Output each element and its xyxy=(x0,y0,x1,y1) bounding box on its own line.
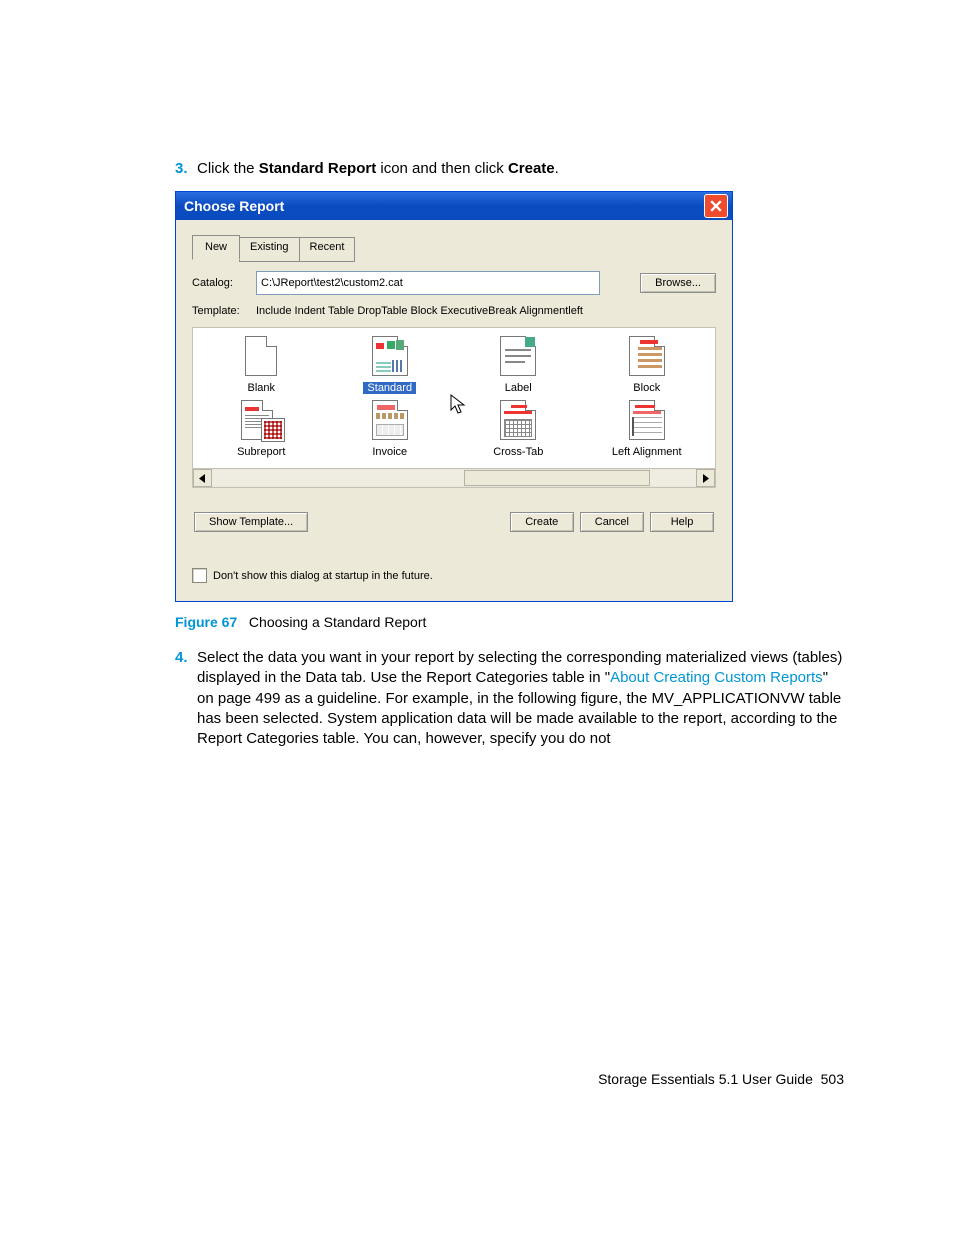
page-footer: Storage Essentials 5.1 User Guide 503 xyxy=(598,1071,844,1087)
footer-text: Storage Essentials 5.1 User Guide xyxy=(598,1071,813,1087)
template-invoice-label: Invoice xyxy=(372,446,407,458)
choose-report-dialog: Choose Report New Existing Recent Catalo… xyxy=(175,191,733,602)
step-4: 4. Select the data you want in your repo… xyxy=(175,648,844,749)
scrollbar-track[interactable] xyxy=(212,470,696,486)
dont-show-checkbox[interactable] xyxy=(192,568,207,583)
template-crosstab[interactable]: Cross-Tab xyxy=(454,400,583,458)
tab-recent[interactable]: Recent xyxy=(299,237,356,262)
template-label: Template: xyxy=(192,305,256,317)
page-number: 503 xyxy=(821,1071,844,1087)
scroll-right-arrow[interactable] xyxy=(696,469,715,487)
figure-text: Choosing a Standard Report xyxy=(249,614,426,630)
template-label[interactable]: Label xyxy=(454,336,583,394)
template-block[interactable]: Block xyxy=(583,336,712,394)
template-standard-label: Standard xyxy=(363,382,416,394)
step-4-text: Select the data you want in your report … xyxy=(197,648,844,749)
template-row: Template: Include Indent Table DropTable… xyxy=(192,305,716,317)
horizontal-scrollbar[interactable] xyxy=(193,468,715,487)
template-label-label: Label xyxy=(505,382,532,394)
triangle-left-icon xyxy=(199,474,206,483)
dialog-body: New Existing Recent Catalog: Browse... T… xyxy=(176,220,732,601)
tab-new[interactable]: New xyxy=(192,235,240,260)
scroll-left-arrow[interactable] xyxy=(193,469,212,487)
tabs: New Existing Recent xyxy=(192,234,716,259)
show-template-button[interactable]: Show Template... xyxy=(194,512,308,532)
catalog-input[interactable] xyxy=(256,271,600,295)
step-number: 3. xyxy=(175,160,197,177)
about-creating-custom-reports-link[interactable]: About Creating Custom Reports xyxy=(610,669,823,686)
create-button[interactable]: Create xyxy=(510,512,574,532)
template-crosstab-label: Cross-Tab xyxy=(493,446,543,458)
template-leftalign-label: Left Alignment xyxy=(612,446,682,458)
scrollbar-thumb[interactable] xyxy=(464,470,650,486)
titlebar[interactable]: Choose Report xyxy=(176,192,732,220)
dont-show-row: Don't show this dialog at startup in the… xyxy=(192,568,716,583)
template-subreport[interactable]: Subreport xyxy=(197,400,326,458)
template-blank[interactable]: Blank xyxy=(197,336,326,394)
cancel-button[interactable]: Cancel xyxy=(580,512,644,532)
template-block-label: Block xyxy=(633,382,660,394)
template-standard[interactable]: Standard xyxy=(326,336,455,394)
figure-caption: Figure 67 Choosing a Standard Report xyxy=(175,614,844,630)
step-3-text: Click the Standard Report icon and then … xyxy=(197,160,559,177)
triangle-right-icon xyxy=(702,474,709,483)
browse-button[interactable]: Browse... xyxy=(640,273,716,293)
cursor-icon xyxy=(450,394,468,416)
step-number: 4. xyxy=(175,648,197,749)
dialog-title: Choose Report xyxy=(184,198,284,214)
help-button[interactable]: Help xyxy=(650,512,714,532)
catalog-row: Catalog: Browse... xyxy=(192,271,716,295)
close-button[interactable] xyxy=(704,194,728,218)
tab-existing[interactable]: Existing xyxy=(239,237,300,262)
close-icon xyxy=(710,200,722,212)
template-desc: Include Indent Table DropTable Block Exe… xyxy=(256,305,583,317)
template-blank-label: Blank xyxy=(247,382,275,394)
template-list: Blank Standard xyxy=(192,327,716,488)
dont-show-label: Don't show this dialog at startup in the… xyxy=(213,570,433,582)
step-3: 3. Click the Standard Report icon and th… xyxy=(175,160,844,177)
template-subreport-label: Subreport xyxy=(237,446,285,458)
template-invoice[interactable]: Invoice xyxy=(326,400,455,458)
dialog-buttons: Show Template... Create Cancel Help xyxy=(192,512,716,532)
figure-label: Figure 67 xyxy=(175,614,237,630)
template-leftalign[interactable]: Left Alignment xyxy=(583,400,712,458)
catalog-label: Catalog: xyxy=(192,277,256,289)
